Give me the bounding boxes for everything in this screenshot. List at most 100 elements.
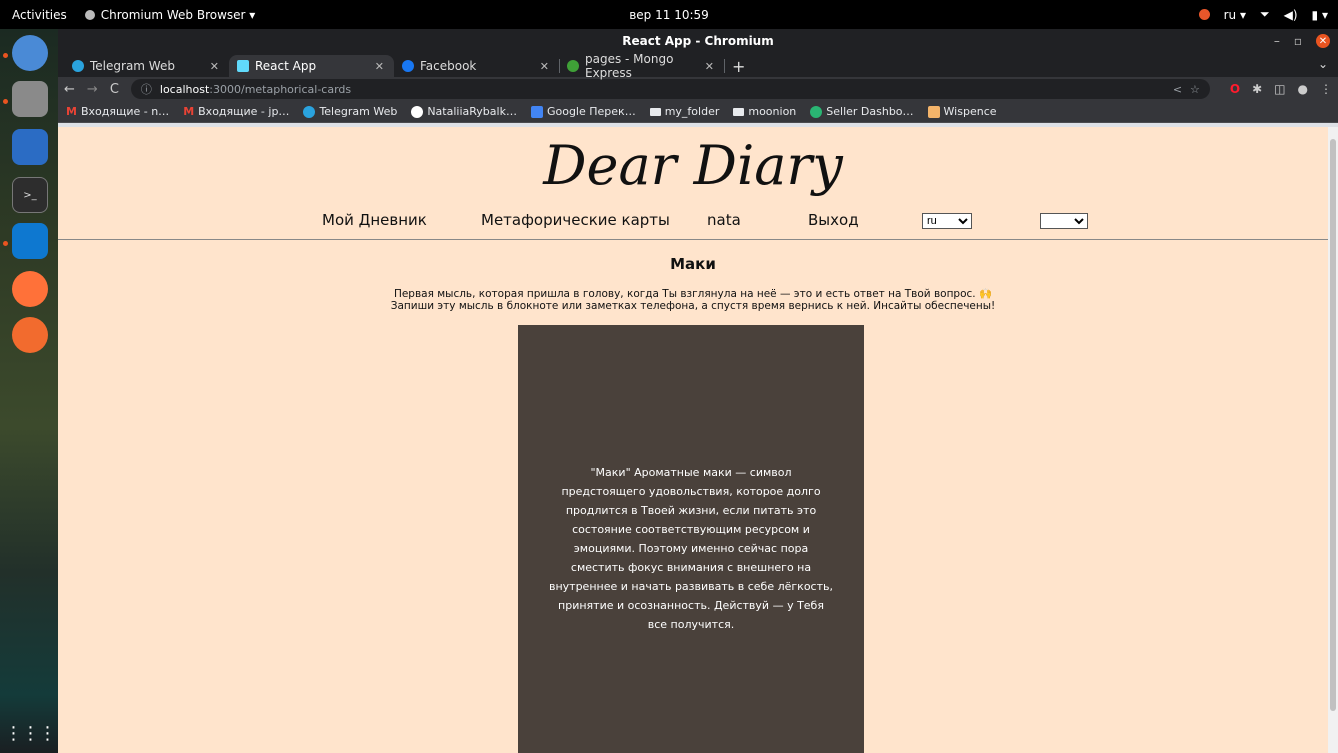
nav-logout[interactable]: Выход xyxy=(808,211,859,229)
close-window-icon[interactable]: ✕ xyxy=(1316,34,1330,48)
profile-icon[interactable]: ● xyxy=(1298,82,1308,96)
card-title: Маки xyxy=(670,255,716,273)
scrollbar-thumb[interactable] xyxy=(1330,139,1336,711)
tab-label: Facebook xyxy=(420,59,477,73)
tab-label: React App xyxy=(255,59,317,73)
postman-dock-icon[interactable] xyxy=(12,317,48,353)
site-info-icon[interactable]: ⓘ xyxy=(141,81,152,97)
seller-icon xyxy=(810,105,823,118)
translate-icon xyxy=(530,105,543,118)
menu-icon[interactable]: ⋮ xyxy=(1320,82,1332,96)
bookmark-item[interactable]: M Входящие - n… xyxy=(66,105,169,118)
terminal-dock-icon[interactable]: >_ xyxy=(12,177,48,213)
wispence-icon xyxy=(927,105,940,118)
facebook-favicon-icon xyxy=(402,60,414,72)
url-path: :3000/metaphorical-cards xyxy=(209,82,352,96)
firefox-tray-icon xyxy=(1198,9,1210,20)
telegram-favicon-icon xyxy=(72,60,84,72)
site-logo[interactable]: Dear Diary xyxy=(58,127,1328,197)
reload-icon[interactable]: C xyxy=(110,82,119,97)
chromium-icon xyxy=(84,9,95,20)
bookmark-item[interactable]: Wispence xyxy=(927,105,997,118)
bookmark-label: Входящие - jp… xyxy=(198,105,290,118)
browser-toolbar: ← → C ⓘ localhost:3000/metaphorical-card… xyxy=(58,77,1338,101)
running-indicator xyxy=(3,99,8,104)
gmail-icon: M xyxy=(66,105,77,118)
metaphorical-card[interactable]: "Маки" Ароматные маки — символ предстоящ… xyxy=(518,325,864,753)
dock: >_ ⋮⋮⋮ xyxy=(0,29,58,753)
bookmark-item[interactable]: NataliiaRybalk… xyxy=(411,105,517,118)
writer-dock-icon[interactable] xyxy=(12,129,48,165)
nav-divider xyxy=(58,239,1328,240)
secondary-select[interactable] xyxy=(1040,213,1088,229)
show-apps-icon[interactable]: ⋮⋮⋮ xyxy=(5,715,57,751)
language-select[interactable]: ru xyxy=(922,213,972,229)
folder-icon xyxy=(649,107,661,116)
mongo-favicon-icon xyxy=(567,60,579,72)
minimize-icon[interactable]: – xyxy=(1274,34,1280,48)
bookmark-item[interactable]: Seller Dashbo… xyxy=(810,105,914,118)
side-panel-icon[interactable]: ◫ xyxy=(1274,82,1285,96)
tab-react-app[interactable]: React App ✕ xyxy=(229,55,394,77)
window-titlebar[interactable]: React App - Chromium – ▫ ✕ xyxy=(58,29,1338,53)
battery-icon: ▮ ▾ xyxy=(1311,7,1328,22)
share-icon[interactable]: < xyxy=(1173,83,1182,96)
site-nav: Мой Дневник Метафорические карты nata Вы… xyxy=(58,211,1328,231)
tab-close-icon[interactable]: ✕ xyxy=(705,60,714,73)
bookmark-star-icon[interactable]: ☆ xyxy=(1190,83,1200,96)
page-viewport: Dear Diary Мой Дневник Метафорические ка… xyxy=(58,127,1338,753)
nav-metaphorical-cards[interactable]: Метафорические карты xyxy=(481,211,670,229)
bookmark-label: my_folder xyxy=(664,105,720,118)
volume-icon: ◀) xyxy=(1283,7,1298,22)
tab-mongo-express[interactable]: pages - Mongo Express ✕ xyxy=(559,52,725,80)
telegram-icon xyxy=(303,105,316,118)
bookmark-label: moonion xyxy=(748,105,797,118)
system-tray[interactable]: ru ▾ ⏷ ◀) ▮ ▾ xyxy=(1198,7,1328,22)
address-bar[interactable]: ⓘ localhost:3000/metaphorical-cards < ☆ xyxy=(130,79,1210,99)
tab-telegram[interactable]: Telegram Web ✕ xyxy=(64,55,229,77)
bookmark-label: Telegram Web xyxy=(319,105,398,118)
forward-icon[interactable]: → xyxy=(87,82,98,97)
opera-extension-icon[interactable]: O xyxy=(1230,82,1240,96)
tab-close-icon[interactable]: ✕ xyxy=(375,60,384,73)
keyboard-layout[interactable]: ru ▾ xyxy=(1224,8,1246,22)
instruction-line: Запиши эту мысль в блокноте или заметках… xyxy=(390,300,996,312)
bookmark-item[interactable]: moonion xyxy=(733,105,796,118)
github-icon xyxy=(411,105,424,118)
bookmark-label: Входящие - n… xyxy=(80,105,170,118)
app-menu[interactable]: Chromium Web Browser ▾ xyxy=(79,8,262,22)
firefox-dock-icon[interactable] xyxy=(12,271,48,307)
url-host: localhost xyxy=(159,82,210,96)
new-tab-button[interactable]: + xyxy=(724,55,753,77)
bookmark-item[interactable]: Telegram Web xyxy=(303,105,397,118)
bookmark-label: Wispence xyxy=(943,105,997,118)
tab-strip: Telegram Web ✕ React App ✕ Facebook ✕ pa… xyxy=(58,52,1338,80)
chromium-dock-icon[interactable] xyxy=(12,35,48,71)
nav-my-diary[interactable]: Мой Дневник xyxy=(322,211,427,229)
bookmark-item[interactable]: Google Перек… xyxy=(530,105,636,118)
bookmark-label: Seller Dashbo… xyxy=(826,105,914,118)
back-icon[interactable]: ← xyxy=(64,82,75,97)
bookmark-item[interactable]: M Входящие - jp… xyxy=(183,105,289,118)
tab-label: pages - Mongo Express xyxy=(585,52,674,80)
bookmark-label: Google Перек… xyxy=(546,105,636,118)
folder-icon xyxy=(733,107,745,116)
bookmark-label: NataliiaRybalk… xyxy=(427,105,517,118)
bookmark-item[interactable]: my_folder xyxy=(649,105,720,118)
running-indicator xyxy=(3,53,8,58)
nav-user[interactable]: nata xyxy=(707,211,741,229)
extensions-icon[interactable]: ✱ xyxy=(1252,82,1262,96)
tab-close-icon[interactable]: ✕ xyxy=(540,60,549,73)
files-dock-icon[interactable] xyxy=(12,81,48,117)
tab-close-icon[interactable]: ✕ xyxy=(210,60,219,73)
react-favicon-icon xyxy=(237,60,249,72)
restore-icon[interactable]: ▫ xyxy=(1294,34,1302,48)
tab-separator xyxy=(724,59,725,73)
page-scrollbar[interactable] xyxy=(1328,127,1338,753)
tab-facebook[interactable]: Facebook ✕ xyxy=(394,55,560,77)
activities-button[interactable]: Activities xyxy=(0,8,79,22)
system-top-bar: Activities Chromium Web Browser ▾ вер 11… xyxy=(0,0,1338,29)
clock[interactable]: вер 11 10:59 xyxy=(629,8,709,22)
tab-search-icon[interactable]: ⌄ xyxy=(1318,57,1328,71)
vscode-dock-icon[interactable] xyxy=(12,223,48,259)
